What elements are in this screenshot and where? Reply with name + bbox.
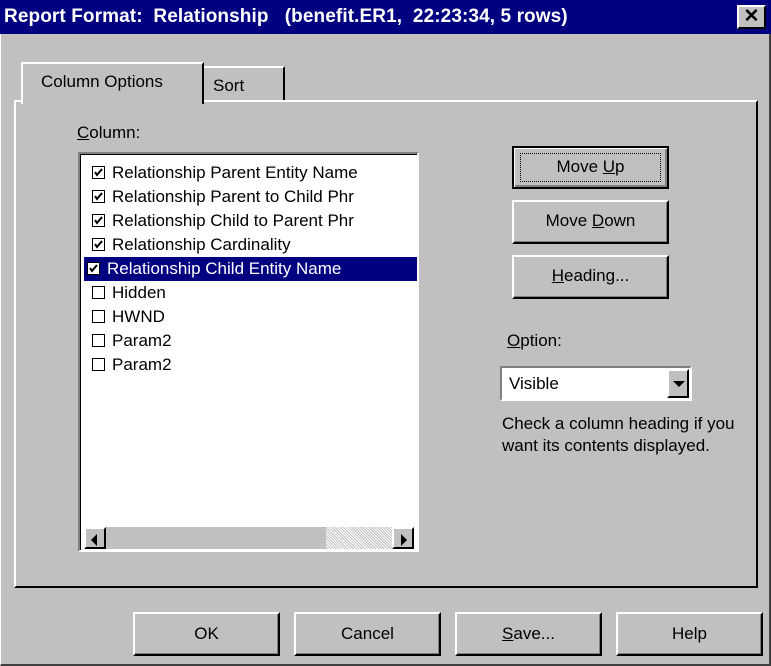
checkbox-checked[interactable] xyxy=(92,238,105,251)
close-button[interactable]: ✕ xyxy=(737,5,766,29)
checkbox-checked[interactable] xyxy=(87,262,100,275)
list-item[interactable]: Param2 xyxy=(89,353,417,377)
horizontal-scrollbar[interactable] xyxy=(84,527,414,549)
column-listbox[interactable]: Relationship Parent Entity Name Relations… xyxy=(78,152,419,552)
help-button[interactable]: Help xyxy=(616,612,763,656)
heading-button[interactable]: Heading... xyxy=(512,255,669,299)
close-icon: ✕ xyxy=(743,6,760,27)
list-item-label: Relationship Cardinality xyxy=(112,235,291,254)
checkmark-icon xyxy=(94,240,103,249)
option-label: Option: xyxy=(507,331,562,350)
list-item[interactable]: Relationship Child to Parent Phr xyxy=(89,209,417,233)
ok-button[interactable]: OK xyxy=(133,612,280,656)
arrow-left-icon xyxy=(91,534,97,546)
tab-column-options-label: Column Options xyxy=(41,72,163,91)
list-item-label: Param2 xyxy=(112,331,172,350)
checkmark-icon xyxy=(94,216,103,225)
list-item-label: Relationship Child to Parent Phr xyxy=(112,211,354,230)
cancel-button[interactable]: Cancel xyxy=(294,612,441,656)
tab-sort[interactable]: Sort xyxy=(202,66,285,102)
checkmark-icon xyxy=(89,264,98,273)
list-item-label: HWND xyxy=(112,307,165,326)
help-text: Check a column heading if you want its c… xyxy=(502,414,735,455)
list-item[interactable]: Hidden xyxy=(89,281,417,305)
chevron-down-icon xyxy=(673,381,685,387)
checkbox-unchecked[interactable] xyxy=(92,286,105,299)
checkbox-checked[interactable] xyxy=(92,166,105,179)
option-select-value: Visible xyxy=(509,374,559,393)
list-item[interactable]: Relationship Parent Entity Name xyxy=(89,161,417,185)
scroll-right-button[interactable] xyxy=(392,527,414,549)
checkbox-checked[interactable] xyxy=(92,214,105,227)
list-item[interactable]: Relationship Parent to Child Phr xyxy=(89,185,417,209)
list-item[interactable]: Relationship Cardinality xyxy=(89,233,417,257)
checkbox-unchecked[interactable] xyxy=(92,358,105,371)
checkbox-unchecked[interactable] xyxy=(92,310,105,323)
checkbox-unchecked[interactable] xyxy=(92,334,105,347)
option-select[interactable]: Visible xyxy=(500,366,692,401)
title-bar[interactable]: Report Format: Relationship (benefit.ER1… xyxy=(0,0,771,34)
dropdown-button[interactable] xyxy=(667,369,689,398)
save-button[interactable]: Save... xyxy=(455,612,602,656)
tab-sort-label: Sort xyxy=(213,76,245,95)
list-item[interactable]: Relationship Child Entity Name xyxy=(84,257,417,281)
column-label: Column: xyxy=(77,123,141,142)
scroll-track[interactable] xyxy=(106,527,392,549)
arrow-right-icon xyxy=(401,534,407,546)
list-item-label: Relationship Parent to Child Phr xyxy=(112,187,354,206)
tab-column-options[interactable]: Column Options xyxy=(21,62,204,104)
window-title: Report Format: Relationship (benefit.ER1… xyxy=(4,6,568,27)
list-item-label: Relationship Parent Entity Name xyxy=(112,163,358,182)
move-up-button[interactable]: Move Up xyxy=(512,146,669,189)
list-item-label: Param2 xyxy=(112,355,172,374)
list-item-label: Hidden xyxy=(112,283,166,302)
checkmark-icon xyxy=(94,168,103,177)
checkmark-icon xyxy=(94,192,103,201)
checkbox-checked[interactable] xyxy=(92,190,105,203)
list-item[interactable]: HWND xyxy=(89,305,417,329)
move-down-button[interactable]: Move Down xyxy=(512,200,669,244)
scroll-thumb[interactable] xyxy=(326,527,392,549)
list-item-label: Relationship Child Entity Name xyxy=(107,259,342,278)
list-item[interactable]: Param2 xyxy=(89,329,417,353)
scroll-left-button[interactable] xyxy=(84,527,106,549)
